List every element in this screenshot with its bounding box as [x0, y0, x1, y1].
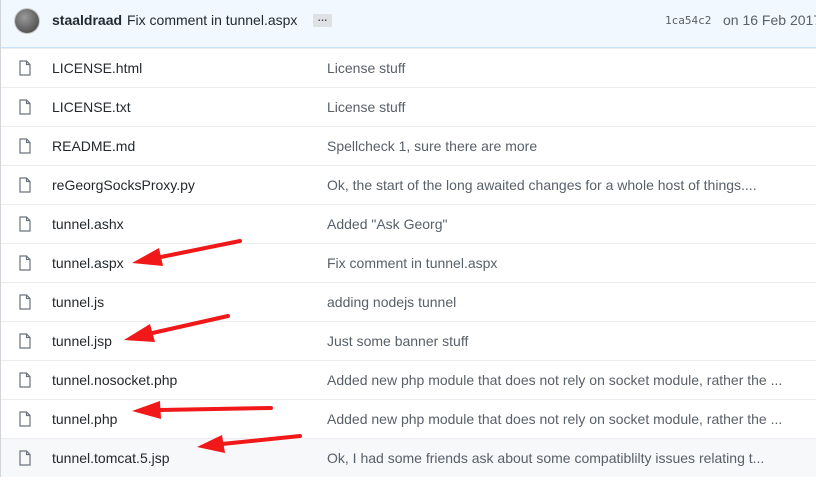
file-name-link[interactable]: tunnel.nosocket.php	[52, 372, 177, 388]
file-icon	[19, 450, 31, 466]
file-row: tunnel.aspx Fix comment in tunnel.aspx	[1, 243, 816, 282]
file-name-link[interactable]: reGeorgSocksProxy.py	[52, 177, 195, 193]
file-icon	[19, 138, 31, 154]
file-commit-message-link[interactable]: Added new php module that does not rely …	[327, 372, 815, 388]
file-row: LICENSE.txt License stuff	[1, 87, 816, 126]
file-name-link[interactable]: tunnel.tomcat.5.jsp	[52, 450, 170, 466]
file-row: tunnel.ashx Added "Ask Georg"	[1, 204, 816, 243]
commit-expand-button[interactable]: …	[313, 14, 332, 27]
file-name-link[interactable]: tunnel.jsp	[52, 333, 112, 349]
file-row: tunnel.nosocket.php Added new php module…	[1, 360, 816, 399]
file-commit-message-link[interactable]: License stuff	[327, 60, 815, 76]
file-icon	[19, 411, 31, 427]
file-commit-message-link[interactable]: License stuff	[327, 99, 815, 115]
file-icon	[19, 60, 31, 76]
file-name-link[interactable]: LICENSE.html	[52, 60, 142, 76]
commit-sha-link[interactable]: 1ca54c2	[665, 14, 711, 27]
file-commit-message-link[interactable]: Ok, I had some friends ask about some co…	[327, 450, 815, 466]
file-commit-message-link[interactable]: Ok, the start of the long awaited change…	[327, 177, 815, 193]
file-row: tunnel.tomcat.5.jsp Ok, I had some frien…	[1, 438, 816, 477]
commit-message-link[interactable]: Fix comment in tunnel.aspx	[127, 12, 297, 28]
file-row: tunnel.js adding nodejs tunnel	[1, 282, 816, 321]
avatar[interactable]	[15, 9, 39, 33]
file-name-link[interactable]: README.md	[52, 138, 135, 154]
file-row: LICENSE.html License stuff	[1, 48, 816, 87]
file-name-link[interactable]: tunnel.php	[52, 411, 117, 427]
file-icon	[19, 333, 31, 349]
file-commit-message-link[interactable]: Just some banner stuff	[327, 333, 815, 349]
file-name-link[interactable]: tunnel.ashx	[52, 216, 124, 232]
file-commit-message-link[interactable]: Spellcheck 1, sure there are more	[327, 138, 815, 154]
file-icon	[19, 294, 31, 310]
file-name-link[interactable]: tunnel.js	[52, 294, 104, 310]
file-icon	[19, 255, 31, 271]
file-name-link[interactable]: LICENSE.txt	[52, 99, 131, 115]
latest-commit-bar: staaldraad Fix comment in tunnel.aspx … …	[1, 0, 816, 48]
file-icon	[19, 177, 31, 193]
file-commit-message-link[interactable]: adding nodejs tunnel	[327, 294, 815, 310]
commit-date: on 16 Feb 2017	[723, 12, 816, 28]
file-icon	[19, 372, 31, 388]
file-icon	[19, 99, 31, 115]
commit-author-link[interactable]: staaldraad	[52, 12, 122, 28]
file-commit-message-link[interactable]: Fix comment in tunnel.aspx	[327, 255, 815, 271]
file-row: README.md Spellcheck 1, sure there are m…	[1, 126, 816, 165]
file-row: tunnel.jsp Just some banner stuff	[1, 321, 816, 360]
file-name-link[interactable]: tunnel.aspx	[52, 255, 124, 271]
file-icon	[19, 216, 31, 232]
file-browser: staaldraad Fix comment in tunnel.aspx … …	[0, 0, 816, 477]
file-row: tunnel.php Added new php module that doe…	[1, 399, 816, 438]
file-commit-message-link[interactable]: Added "Ask Georg"	[327, 216, 815, 232]
file-row: reGeorgSocksProxy.py Ok, the start of th…	[1, 165, 816, 204]
file-commit-message-link[interactable]: Added new php module that does not rely …	[327, 411, 815, 427]
